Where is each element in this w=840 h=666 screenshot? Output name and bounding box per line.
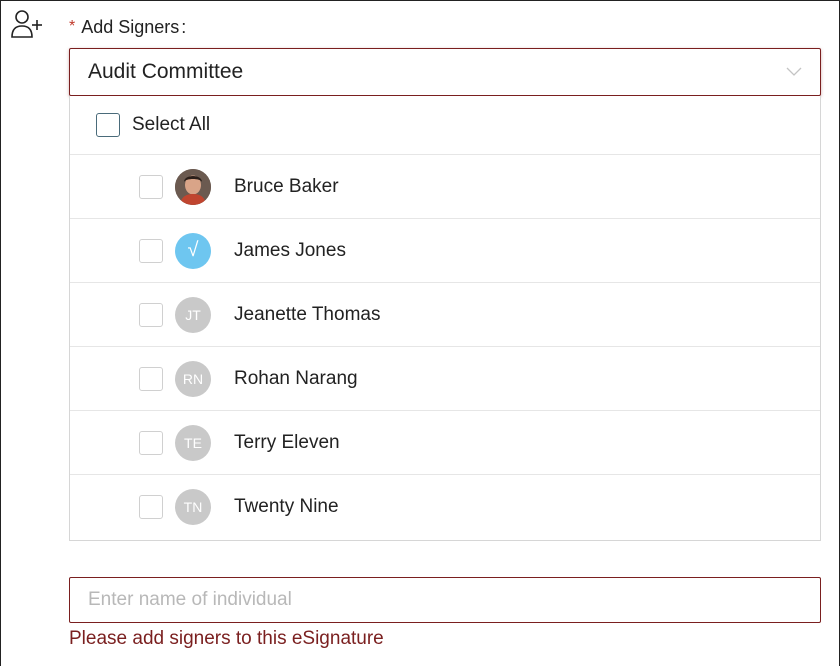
list-item[interactable]: Bruce Baker (70, 155, 820, 219)
add-signers-label-text: Add Signers (81, 16, 180, 37)
avatar-initials: TE (184, 434, 202, 451)
signer-checkbox[interactable] (139, 302, 163, 327)
user-photo-icon (175, 168, 211, 205)
avatar: TE (175, 424, 211, 461)
select-all-checkbox[interactable] (96, 113, 120, 137)
validation-error: Please add signers to this eSignature (69, 628, 384, 649)
add-signers-label: * Add Signers : (69, 14, 186, 40)
avatar: JT (175, 296, 211, 333)
add-user-icon (11, 10, 42, 38)
signer-name: Terry Eleven (234, 431, 340, 453)
signer-name: Bruce Baker (234, 175, 339, 197)
signer-checkbox[interactable] (139, 238, 163, 263)
list-item[interactable]: JT Jeanette Thomas (70, 283, 820, 347)
avatar: TN (175, 489, 211, 525)
chevron-down-icon[interactable] (786, 65, 802, 77)
signer-checkbox[interactable] (139, 366, 163, 391)
signer-group-select[interactable]: Audit Committee (69, 48, 821, 96)
required-marker: * (69, 18, 76, 35)
signer-checkbox[interactable] (139, 430, 163, 455)
list-item[interactable]: TE Terry Eleven (70, 411, 820, 475)
list-item[interactable]: √ James Jones (70, 219, 820, 283)
list-item[interactable]: RN Rohan Narang (70, 347, 820, 411)
avatar: RN (175, 360, 211, 397)
list-item[interactable]: TN Twenty Nine (70, 475, 820, 539)
signer-checkbox[interactable] (139, 495, 163, 519)
signer-checkbox[interactable] (139, 174, 163, 199)
select-all-option[interactable]: Select All (70, 96, 820, 155)
avatar (175, 168, 211, 205)
signer-name: Jeanette Thomas (234, 303, 381, 325)
selected-group-value: Audit Committee (88, 60, 244, 83)
label-colon: : (181, 16, 187, 37)
avatar-initials: TN (183, 499, 203, 515)
signer-name: Twenty Nine (234, 496, 339, 517)
checkmark-icon: √ (187, 239, 199, 261)
avatar-initials: RN (182, 370, 204, 387)
avatar-initials: JT (185, 306, 201, 323)
signer-dropdown: Select All Bruce Baker √ James Jones JT … (69, 96, 821, 541)
select-all-label: Select All (132, 114, 211, 135)
avatar: √ (175, 232, 211, 269)
individual-name-input[interactable] (69, 577, 821, 623)
signer-name: Rohan Narang (234, 367, 358, 389)
signer-name: James Jones (234, 239, 346, 261)
